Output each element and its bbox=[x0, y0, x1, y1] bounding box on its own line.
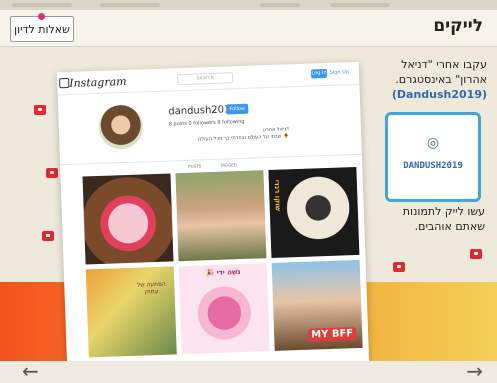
profile-stats: 8 posts 0 followers 8 following bbox=[168, 118, 245, 128]
profile-avatar bbox=[98, 104, 144, 150]
next-arrow-icon[interactable]: → bbox=[466, 361, 483, 381]
instruction-line-1: עקבו אחרי "דניאל bbox=[401, 58, 487, 71]
instagram-profile-screenshot: Instagram Search Log In Sign Up dandush2… bbox=[56, 61, 370, 361]
instagram-icon: ◎ bbox=[426, 135, 440, 151]
heart-icon bbox=[470, 249, 482, 259]
instruction-line-2: אהרון" באינסטגרם. bbox=[395, 73, 487, 86]
grid-post-portrait bbox=[175, 170, 267, 262]
likes-line-2: שאתם אוהבים. bbox=[414, 220, 485, 233]
grid-post-cake bbox=[82, 173, 174, 265]
progress-segment bbox=[12, 3, 72, 7]
instagram-logo: Instagram bbox=[69, 74, 127, 90]
grid-post-friends: MY BFF bbox=[271, 259, 363, 351]
tab-tagged: TAGGED bbox=[220, 162, 237, 168]
page-title: לייקים bbox=[433, 16, 483, 36]
tab-posts: POSTS bbox=[188, 163, 202, 169]
instagram-topbar: Instagram Search Log In Sign Up bbox=[56, 61, 360, 96]
grid-post-label: נשה ידי 🎉 bbox=[205, 268, 241, 278]
likes-line-1: עשו לייק לתמונות bbox=[402, 205, 485, 218]
notification-dot bbox=[38, 13, 45, 20]
page-header: לייקים bbox=[0, 10, 497, 47]
grid-post-label: שוקו רנדי bbox=[272, 179, 282, 212]
prev-arrow-icon[interactable]: ← bbox=[22, 361, 39, 381]
camera-icon bbox=[59, 77, 70, 89]
heart-icon bbox=[42, 231, 54, 241]
grid-post-bw: שוקו רנדי bbox=[268, 166, 360, 258]
heart-icon bbox=[393, 262, 405, 272]
grid-post-label: MY BFF bbox=[307, 327, 357, 342]
follow-button: Follow bbox=[226, 103, 249, 115]
top-progress-bar bbox=[0, 0, 497, 10]
progress-segment bbox=[100, 3, 160, 7]
nametag-label: DANDUSH2019 bbox=[403, 161, 463, 171]
instagram-login-button: Log In bbox=[310, 68, 328, 79]
progress-segment bbox=[260, 3, 300, 7]
instagram-search: Search bbox=[176, 72, 234, 86]
slide-content: עקבו אחרי "דניאל אהרון" באינסטגרם. (Dand… bbox=[0, 47, 497, 361]
heart-icon bbox=[34, 105, 46, 115]
grid-post-outdoor: הפתעה של עמוק bbox=[85, 266, 177, 358]
grid-post-overlay: הפתעה של עמוק bbox=[136, 280, 166, 296]
progress-segment bbox=[330, 3, 390, 7]
instagram-signup-link: Sign Up bbox=[329, 69, 350, 76]
heart-icon bbox=[46, 168, 58, 178]
instructions-panel: עקבו אחרי "דניאל אהרון" באינסטגרם. (Dand… bbox=[385, 57, 487, 102]
instagram-handle: (Dandush2019) bbox=[391, 88, 487, 101]
instagram-nametag[interactable]: ◎ DANDUSH2019 bbox=[385, 112, 481, 202]
grid-post-macarons: נשה ידי 🎉 bbox=[178, 263, 270, 355]
profile-bio: דניאל אהרון 🌻 שבתי על העולם ובחרתי בך מכ… bbox=[169, 126, 289, 144]
likes-instruction: עשו לייק לתמונות שאתם אוהבים. bbox=[375, 204, 485, 234]
